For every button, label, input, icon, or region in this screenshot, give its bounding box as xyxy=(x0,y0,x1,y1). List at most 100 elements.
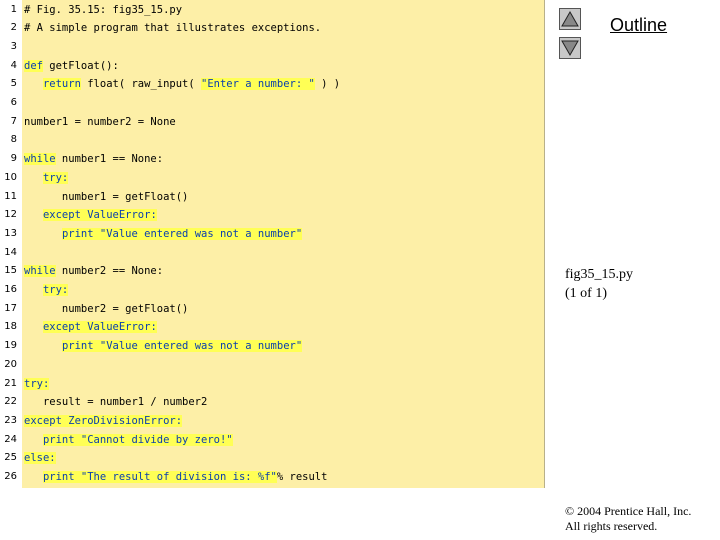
code-line: 1 # Fig. 35.15: fig35_15.py xyxy=(0,1,544,20)
code-line: 12 except ValueError: xyxy=(0,206,544,225)
line-number: 13 xyxy=(4,227,17,239)
code-token: # A simple program that illustrates exce… xyxy=(24,22,322,35)
line-number: 6 xyxy=(10,97,17,108)
code-token: # Fig. 35.15: fig35_15.py xyxy=(24,3,183,16)
code-token: try: xyxy=(42,284,69,296)
code-line: 9 while number1 == None: xyxy=(0,150,544,169)
line-number: 11 xyxy=(4,190,17,202)
line-number: 1 xyxy=(10,3,17,15)
code-line: 15 while number2 == None: xyxy=(0,262,544,281)
code-text: number1 = number2 = None xyxy=(24,113,176,132)
code-token: print xyxy=(61,227,94,240)
code-text: def getFloat(): xyxy=(24,57,119,76)
code-text: except ZeroDivisionError: xyxy=(24,412,183,431)
code-text: print "Cannot divide by zero!" xyxy=(24,431,233,450)
code-text: number2 = getFloat() xyxy=(24,300,188,319)
code-token: def xyxy=(24,59,43,72)
code-token: print xyxy=(42,471,75,483)
line-number: 20 xyxy=(4,358,17,370)
code-token: "Value entered was not a number" xyxy=(93,227,303,240)
code-token: "Value entered was not a number" xyxy=(93,340,303,353)
code-token: try: xyxy=(24,377,50,390)
code-token: number1 = number2 = None xyxy=(24,115,176,128)
code-line: 8 xyxy=(0,131,544,150)
code-text: while number1 == None: xyxy=(24,150,163,169)
code-line: 25 else: xyxy=(0,449,544,468)
code-text: except ValueError: xyxy=(24,318,157,337)
code-token: number1 == None: xyxy=(55,153,164,166)
code-line: 22 result = number1 / number2 xyxy=(0,393,544,412)
code-listing-panel: 1 # Fig. 35.15: fig35_15.py 2 # A simple pr… xyxy=(0,0,545,488)
code-token: except xyxy=(42,321,81,334)
code-token: ValueError: xyxy=(80,209,157,222)
code-token: print xyxy=(61,340,94,353)
line-number: 10 xyxy=(4,171,17,183)
code-line: 21 try: xyxy=(0,375,544,394)
code-line: 7 number1 = number2 = None xyxy=(0,113,544,132)
code-text: result = number1 / number2 xyxy=(24,393,207,412)
triangle-down-icon xyxy=(561,40,579,57)
line-number: 16 xyxy=(4,284,17,295)
code-line: 23 except ZeroDivisionError: xyxy=(0,412,544,431)
line-number: 22 xyxy=(4,396,17,408)
code-token: else: xyxy=(24,452,56,465)
code-token: print xyxy=(42,433,75,446)
code-text: try: xyxy=(24,169,69,188)
code-line: 5 return float( raw_input( "Enter a numb… xyxy=(0,75,544,94)
code-line: 2 # A simple program that illustrates exc… xyxy=(0,19,544,38)
code-token: ValueError: xyxy=(80,321,157,334)
line-number: 25 xyxy=(4,452,17,464)
code-text: # Fig. 35.15: fig35_15.py xyxy=(24,1,182,20)
code-token: while xyxy=(24,153,56,166)
line-number: 18 xyxy=(4,321,17,333)
line-number: 26 xyxy=(4,471,17,482)
code-line: 20 xyxy=(0,356,544,375)
code-token: except xyxy=(24,414,62,427)
code-line: 4 def getFloat(): xyxy=(0,57,544,76)
code-text: number1 = getFloat() xyxy=(24,188,188,207)
code-token: ZeroDivisionError: xyxy=(61,414,183,427)
code-line: 16 try: xyxy=(0,281,544,300)
code-line: 24 print "Cannot divide by zero!" xyxy=(0,431,544,450)
code-text: # A simple program that illustrates exce… xyxy=(24,19,321,38)
code-token: number2 = getFloat() xyxy=(24,302,189,315)
code-text: while number2 == None: xyxy=(24,262,163,281)
code-text: except ValueError: xyxy=(24,206,157,225)
next-slide-button[interactable] xyxy=(559,37,581,59)
line-number: 4 xyxy=(10,59,17,71)
previous-slide-button[interactable] xyxy=(559,8,581,30)
line-number: 9 xyxy=(10,153,17,165)
line-number: 8 xyxy=(10,134,17,146)
line-number: 2 xyxy=(10,22,17,34)
line-number: 21 xyxy=(4,377,17,389)
line-number: 5 xyxy=(10,78,17,90)
code-text: print "Value entered was not a number" xyxy=(24,337,303,356)
file-name: fig35_15.py xyxy=(565,267,634,282)
code-line: 14 xyxy=(0,244,544,263)
code-text: try: xyxy=(24,281,69,300)
code-token: number2 == None: xyxy=(55,265,164,278)
triangle-up-icon xyxy=(561,10,579,27)
code-line: 19 print "Value entered was not a number… xyxy=(0,337,544,356)
code-line: 11 number1 = getFloat() xyxy=(0,188,544,207)
line-number: 19 xyxy=(4,340,17,352)
line-number: 15 xyxy=(4,265,17,277)
code-token: number1 = getFloat() xyxy=(24,190,189,203)
line-number: 14 xyxy=(4,246,17,258)
code-text: else: xyxy=(24,449,56,468)
code-token: return xyxy=(42,78,81,91)
outline-link[interactable]: Outline xyxy=(610,15,667,36)
code-token: "The result of division is: %f" xyxy=(74,471,277,483)
code-text: print "Value entered was not a number" xyxy=(24,225,303,244)
code-token: result = number1 / number2 xyxy=(24,396,208,409)
code-line: 26 print "The result of division is: %f"… xyxy=(0,468,544,487)
line-number: 12 xyxy=(4,209,17,221)
code-line: 3 xyxy=(0,38,544,57)
code-line: 6 xyxy=(0,94,544,113)
line-number: 24 xyxy=(4,433,17,445)
